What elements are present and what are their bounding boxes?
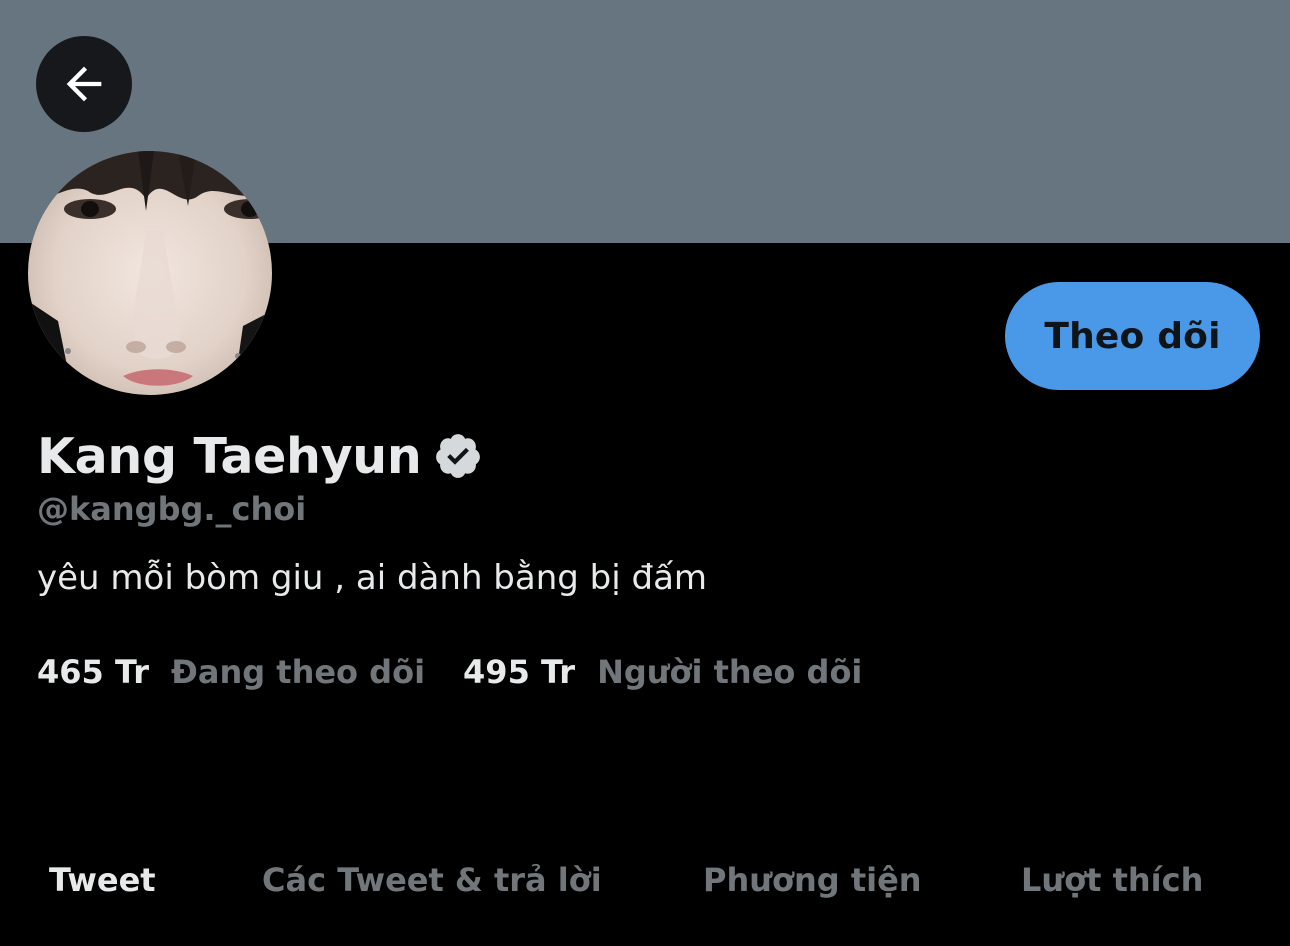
tab-tweets-and-replies[interactable]: Các Tweet & trả lời [262, 850, 602, 910]
profile-bio: yêu mỗi bòm giu , ai dành bằng bị đấm [37, 558, 708, 598]
following-label: Đang theo dõi [171, 653, 426, 691]
back-button[interactable] [36, 36, 132, 132]
profile-stats: 465 Tr Đang theo dõi 495 Tr Người theo d… [37, 650, 862, 694]
arrow-left-icon [66, 66, 102, 102]
follow-button[interactable]: Theo dõi [1005, 282, 1260, 390]
profile-tabs: Tweet Các Tweet & trả lời Phương tiện Lư… [0, 850, 1290, 910]
tab-media[interactable]: Phương tiện [703, 850, 922, 910]
profile-handle: @kangbg._choi [37, 490, 307, 528]
followers-stat[interactable]: 495 Tr Người theo dõi [463, 653, 862, 691]
followers-label: Người theo dõi [597, 653, 863, 691]
followers-count: 495 Tr [463, 653, 576, 691]
profile-page: Theo dõi Kang Taehyun @kangbg._choi yêu … [0, 0, 1290, 946]
avatar[interactable] [28, 151, 272, 395]
verified-badge-icon [436, 434, 481, 478]
tab-likes[interactable]: Lượt thích [1021, 850, 1203, 910]
display-name: Kang Taehyun [37, 427, 422, 485]
profile-photo [28, 151, 272, 395]
display-name-row: Kang Taehyun [37, 424, 483, 488]
following-stat[interactable]: 465 Tr Đang theo dõi [37, 653, 425, 691]
tab-tweets[interactable]: Tweet [49, 850, 156, 910]
following-count: 465 Tr [37, 653, 150, 691]
